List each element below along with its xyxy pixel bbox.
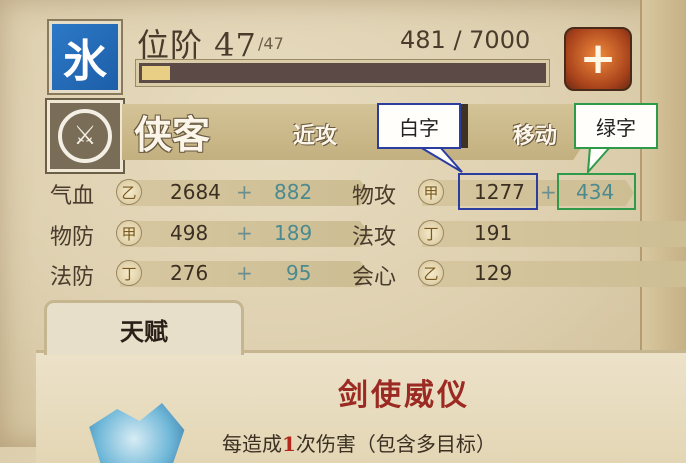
stat-bonus-value: 882 — [274, 180, 313, 204]
attack-type: 近攻 — [293, 124, 338, 149]
stat-row-magic-def: 法防 丁 276 + 95 — [50, 259, 370, 290]
grade-badge-icon: 甲 — [418, 179, 444, 205]
grade-badge-icon: 丁 — [418, 220, 444, 246]
stat-label: 法攻 — [352, 225, 397, 250]
green-value-highlight-box — [557, 173, 636, 210]
stat-base-value: 2684 — [170, 180, 221, 204]
grade-badge-icon: 甲 — [116, 220, 142, 246]
stat-label: 气血 — [50, 184, 95, 209]
green-callout-pointer — [586, 146, 613, 175]
stat-base-value: 276 — [170, 261, 209, 285]
stat-plus-sign: + — [540, 180, 557, 204]
stat-pill — [422, 261, 686, 287]
stat-label: 会心 — [352, 265, 397, 290]
class-icon[interactable]: 氷 — [49, 21, 121, 93]
skill-desc-highlight: 1 — [282, 432, 296, 456]
stat-label: 法防 — [50, 265, 95, 290]
stat-plus-sign: + — [236, 261, 253, 285]
skill-description: 每造成1次伤害（包含多目标） — [222, 428, 496, 457]
plus-icon: + — [579, 33, 617, 84]
stat-plus-sign: + — [236, 180, 253, 204]
class-icon-glyph: 氷 — [63, 36, 107, 87]
sword-emblem-icon: ⚔ — [58, 109, 112, 163]
stat-row-phys-def: 物防 甲 498 + 189 — [50, 219, 370, 250]
white-value-highlight-box — [458, 173, 538, 210]
stat-row-magic-atk: 法攻 丁 191 — [352, 219, 686, 250]
hero-portrait-icon[interactable]: ⚔ — [47, 100, 123, 172]
stat-bonus-value: 189 — [274, 221, 313, 245]
exp-progress-fill — [142, 66, 170, 80]
rank-up-button[interactable]: + — [564, 27, 632, 91]
stat-base-value: 191 — [474, 221, 513, 245]
hero-name: 侠客 — [134, 112, 211, 157]
skill-desc-prefix: 每造成 — [222, 432, 282, 456]
grade-badge-icon: 丁 — [116, 260, 142, 286]
skill-desc-suffix: 次伤害（包含多目标） — [295, 432, 496, 456]
exp-text: 481 / 7000 — [400, 26, 531, 54]
rank-max: /47 — [258, 34, 284, 53]
move-label: 移动 — [513, 124, 558, 149]
stat-label: 物防 — [50, 225, 95, 250]
stat-base-value: 498 — [170, 221, 209, 245]
stat-row-crit: 会心 乙 129 — [352, 259, 686, 290]
exp-progress-bar — [136, 60, 549, 86]
skill-title: 剑使威仪 — [338, 378, 470, 413]
grade-badge-icon: 乙 — [116, 179, 142, 205]
green-text-callout: 绿字 — [574, 103, 658, 149]
stat-bonus-value: 95 — [286, 261, 312, 285]
grade-badge-icon: 乙 — [418, 260, 444, 286]
tab-talent-label: 天赋 — [120, 316, 168, 346]
white-text-callout: 白字 — [377, 103, 461, 149]
stat-row-hp: 气血 乙 2684 + 882 — [50, 178, 370, 209]
tab-talent[interactable]: 天赋 — [44, 300, 244, 355]
stat-base-value: 129 — [474, 261, 513, 285]
stat-label: 物攻 — [352, 184, 397, 209]
stat-pill — [422, 221, 686, 247]
stat-plus-sign: + — [236, 221, 253, 245]
